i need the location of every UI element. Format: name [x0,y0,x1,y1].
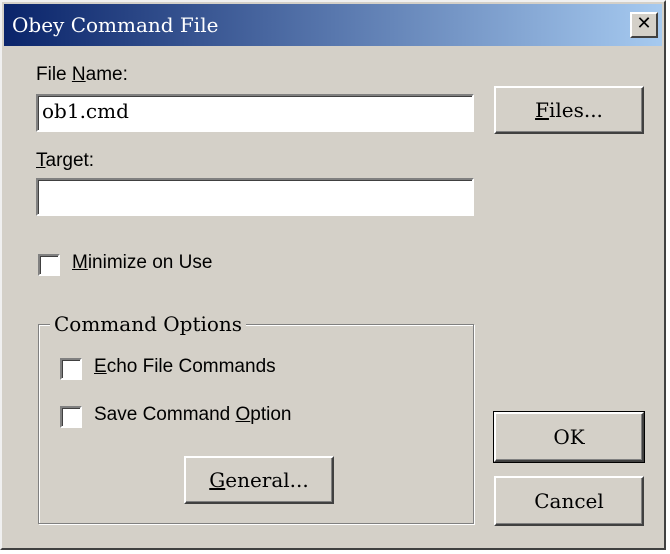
target-label: Target: [36,150,95,171]
file-name-label: File Name: [36,64,128,85]
minimize-label[interactable]: Minimize on Use [72,252,212,274]
files-button[interactable]: Files... [494,86,644,134]
close-icon: ✕ [636,13,652,34]
ok-button[interactable]: OK [493,411,645,463]
dialog-title: Obey Command File [12,13,219,37]
minimize-checkbox[interactable] [38,254,60,276]
dialog-window: Obey Command File ✕ File Name: ob1.cmd F… [0,0,666,550]
cancel-button[interactable]: Cancel [494,476,644,526]
general-button[interactable]: General... [184,456,334,504]
save-command-option-label[interactable]: Save Command Option [94,404,292,426]
save-command-option-checkbox[interactable] [60,406,82,428]
title-bar[interactable]: Obey Command File [4,4,662,46]
command-options-title: Command Options [50,312,247,336]
echo-file-commands-checkbox[interactable] [60,358,82,380]
target-input[interactable] [36,178,474,216]
file-name-input[interactable]: ob1.cmd [36,94,474,132]
close-button[interactable]: ✕ [630,12,658,38]
echo-file-commands-label[interactable]: Echo File Commands [94,356,276,378]
